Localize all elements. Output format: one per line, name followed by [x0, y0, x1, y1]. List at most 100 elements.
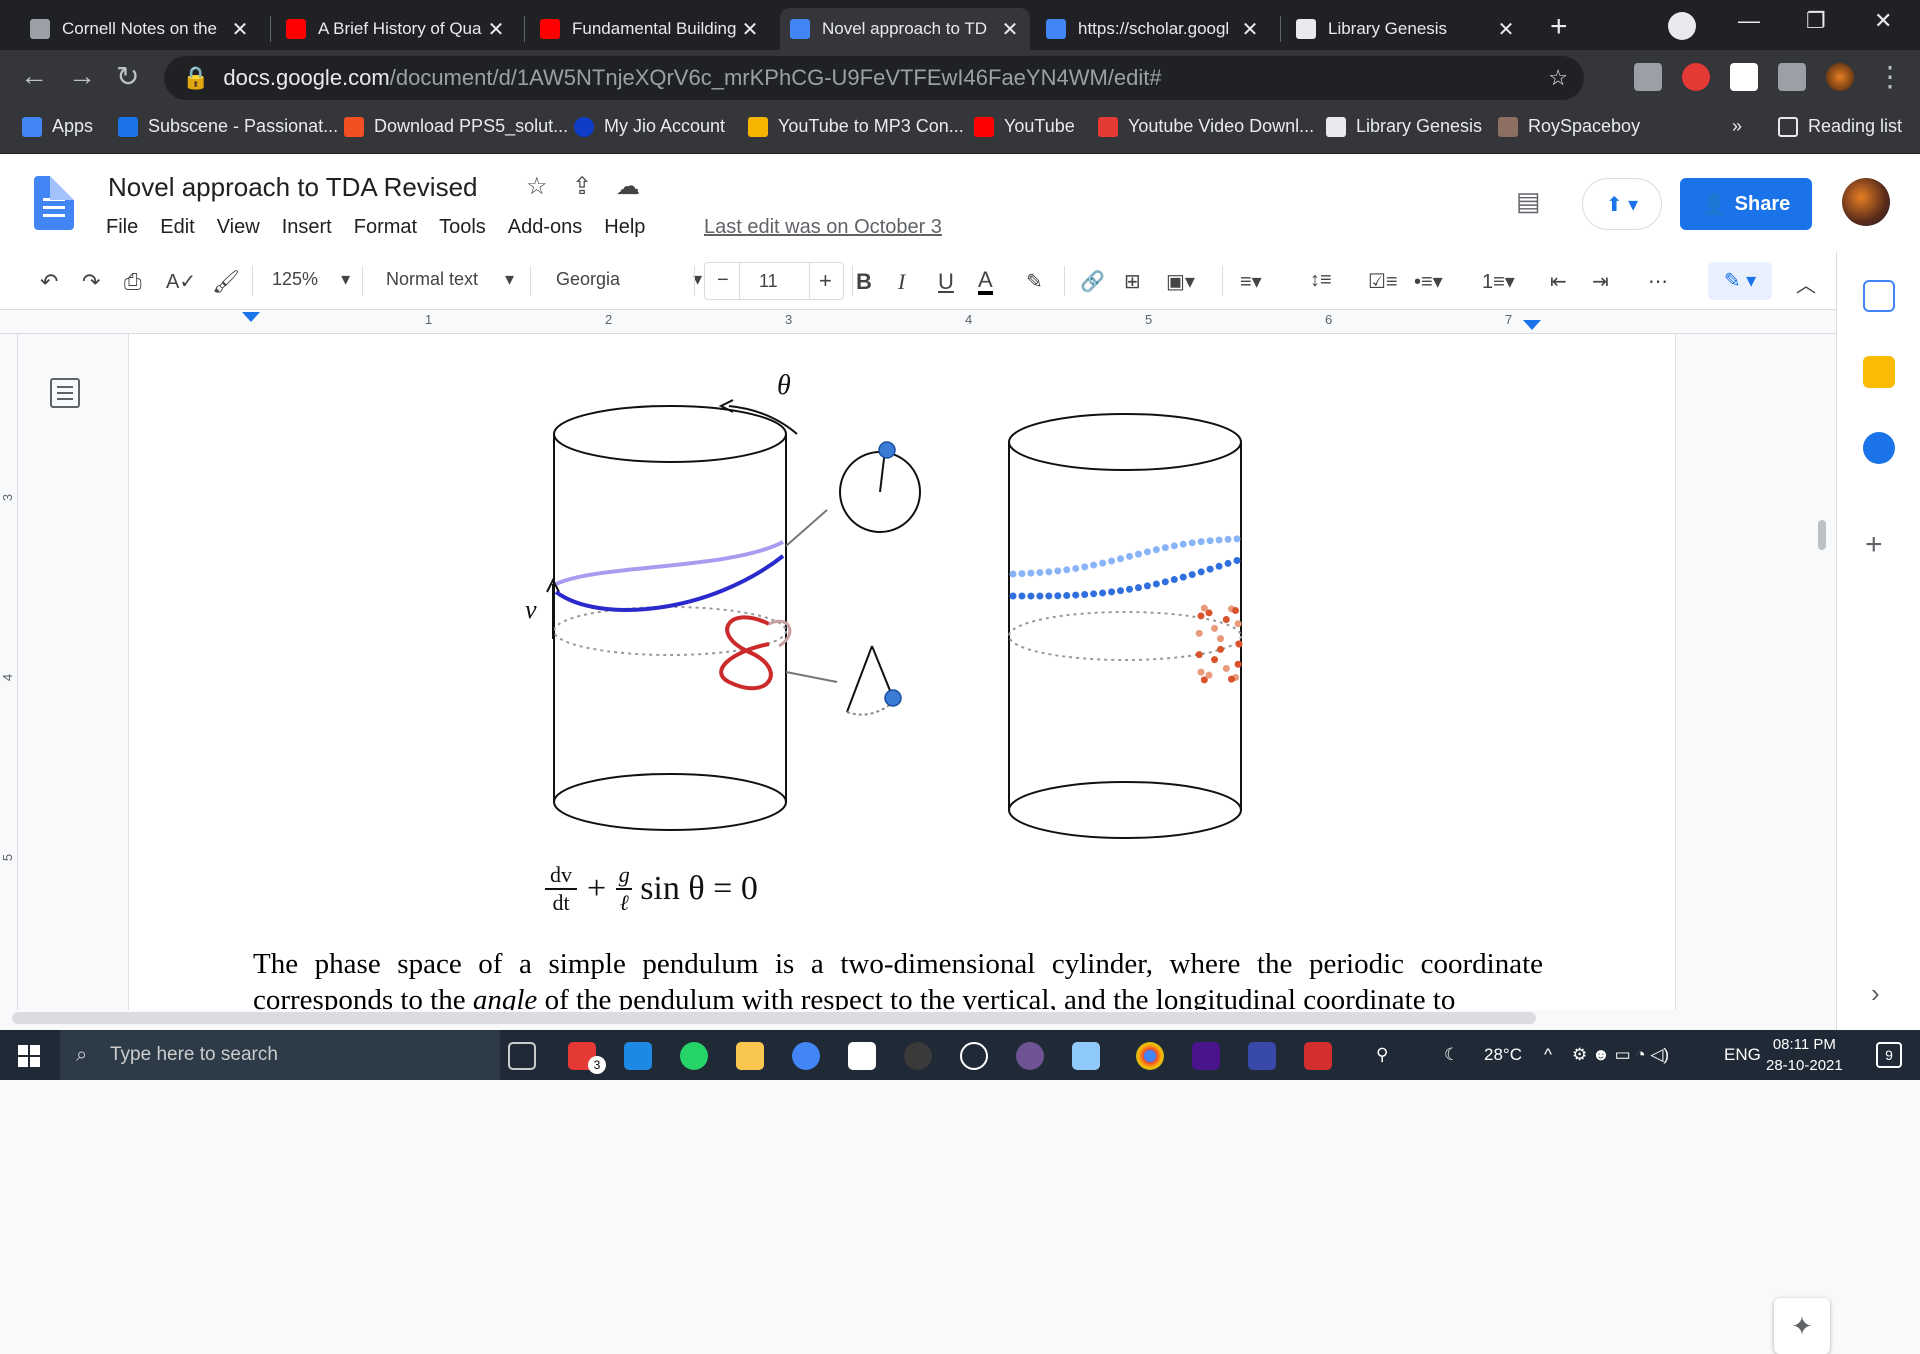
bookmarks-overflow[interactable]: »: [1732, 116, 1742, 137]
whatsapp-icon[interactable]: [680, 1042, 708, 1070]
restore-icon[interactable]: ❐: [1806, 8, 1826, 34]
close-icon[interactable]: ✕: [1240, 17, 1260, 42]
font-size-input[interactable]: 11: [759, 271, 778, 292]
comment-history-icon[interactable]: ▤: [1516, 186, 1541, 217]
decrease-font-icon[interactable]: −: [717, 269, 729, 292]
close-icon[interactable]: ✕: [486, 17, 506, 42]
tray-chevron-icon[interactable]: ^: [1544, 1045, 1552, 1065]
insert-link-icon[interactable]: 🔗: [1080, 269, 1105, 294]
app-icon[interactable]: [1248, 1042, 1276, 1070]
add-addon-icon[interactable]: +: [1865, 528, 1883, 562]
menu-format[interactable]: Format: [354, 216, 417, 239]
forward-icon[interactable]: →: [68, 60, 96, 92]
italic-icon[interactable]: I: [898, 269, 905, 295]
tab-cornell-notes[interactable]: Cornell Notes on the ✕: [20, 8, 260, 50]
body-paragraph[interactable]: The phase space of a simple pendulum is …: [253, 946, 1543, 1010]
tab-search-icon[interactable]: [1668, 12, 1696, 40]
text-color-icon[interactable]: A: [978, 269, 993, 295]
bookmark-libgen[interactable]: Library Genesis: [1326, 116, 1482, 137]
increase-indent-icon[interactable]: ⇥: [1592, 269, 1609, 294]
increase-font-icon[interactable]: +: [819, 268, 832, 294]
tab-library-genesis[interactable]: Library Genesis ✕: [1286, 8, 1526, 50]
numbered-list-icon[interactable]: 1≡▾: [1482, 269, 1515, 294]
file-explorer-icon[interactable]: [736, 1042, 764, 1070]
bookmark-star-icon[interactable]: ☆: [1548, 65, 1568, 91]
weather-temp[interactable]: 28°C: [1484, 1045, 1522, 1065]
bookmark-pps5[interactable]: Download PPS5_solut...: [344, 116, 568, 137]
last-edit-link[interactable]: Last edit was on October 3: [704, 216, 942, 239]
taskbar-clock[interactable]: 08:11 PM 28-10-2021: [1766, 1034, 1843, 1076]
document-page[interactable]: θ v dv dt + g ℓ sin θ = 0 The phase spac…: [128, 334, 1676, 1010]
tab-brief-history[interactable]: A Brief History of Qua ✕: [276, 8, 516, 50]
obs-icon[interactable]: [960, 1042, 988, 1070]
line-spacing-icon[interactable]: ↕≡: [1310, 269, 1332, 292]
close-icon[interactable]: ✕: [1496, 17, 1516, 42]
docs-logo-icon[interactable]: [34, 176, 74, 230]
menu-tools[interactable]: Tools: [439, 216, 486, 239]
bookmark-jio[interactable]: My Jio Account: [574, 116, 725, 137]
editing-mode-button[interactable]: ✎ ▾: [1708, 262, 1772, 300]
bookmark-royspaceboy[interactable]: RoySpaceboy: [1498, 116, 1640, 137]
document-title[interactable]: Novel approach to TDA Revised: [108, 172, 478, 203]
bold-icon[interactable]: B: [856, 269, 872, 295]
menu-view[interactable]: View: [217, 216, 260, 239]
close-icon[interactable]: ✕: [740, 17, 760, 42]
reading-list[interactable]: Reading list: [1778, 116, 1902, 137]
left-indent-marker[interactable]: [242, 312, 260, 322]
align-icon[interactable]: ≡▾: [1240, 269, 1262, 294]
people-icon[interactable]: ⚲: [1376, 1045, 1388, 1065]
account-avatar[interactable]: [1842, 178, 1890, 226]
notification-center-icon[interactable]: 9: [1876, 1042, 1902, 1068]
menu-help[interactable]: Help: [604, 216, 645, 239]
document-outline-icon[interactable]: [50, 378, 80, 408]
calendar-icon[interactable]: [1863, 280, 1895, 312]
chrome-icon[interactable]: [1136, 1042, 1164, 1070]
decrease-indent-icon[interactable]: ⇤: [1550, 269, 1567, 294]
present-button[interactable]: ⬆ ▾: [1582, 178, 1662, 230]
mail-icon[interactable]: [624, 1042, 652, 1070]
bookmark-youtube[interactable]: YouTube: [974, 116, 1075, 137]
weather-icon[interactable]: ☾: [1444, 1045, 1459, 1065]
bulleted-list-icon[interactable]: •≡▾: [1414, 269, 1443, 294]
right-indent-marker[interactable]: [1523, 320, 1541, 330]
bookmark-subscene[interactable]: Subscene - Passionat...: [118, 116, 338, 137]
address-bar[interactable]: 🔒 docs.google.com /document/d/1AW5NTnjeX…: [164, 56, 1584, 100]
horizontal-scrollbar[interactable]: [12, 1012, 1536, 1024]
chrome-menu-icon[interactable]: ⋮: [1876, 60, 1904, 93]
bookmark-apps[interactable]: Apps: [22, 116, 93, 137]
menu-addons[interactable]: Add-ons: [508, 216, 583, 239]
redo-icon[interactable]: ↷: [82, 269, 100, 295]
spellcheck-icon[interactable]: A✓: [166, 269, 196, 294]
close-window-icon[interactable]: ✕: [1874, 8, 1892, 34]
menu-edit[interactable]: Edit: [160, 216, 194, 239]
notion-extension-icon[interactable]: [1730, 63, 1758, 91]
add-comment-icon[interactable]: ⊞: [1124, 269, 1141, 294]
taskbar-search-box[interactable]: ⌕ Type here to search: [60, 1030, 500, 1080]
task-view-icon[interactable]: [508, 1042, 536, 1070]
tab-fundamental-building[interactable]: Fundamental Building ✕: [530, 8, 770, 50]
bookmark-yt-mp3[interactable]: YouTube to MP3 Con...: [748, 116, 964, 137]
camera-extension-icon[interactable]: [1634, 63, 1662, 91]
insert-image-icon[interactable]: ▣▾: [1166, 269, 1195, 294]
vertical-scrollbar-thumb[interactable]: [1818, 520, 1826, 550]
star-icon[interactable]: ☆: [526, 172, 548, 201]
extensions-puzzle-icon[interactable]: [1778, 63, 1806, 91]
new-tab-button[interactable]: +: [1550, 10, 1568, 44]
tab-novel-approach[interactable]: Novel approach to TD ✕: [780, 8, 1030, 50]
print-icon[interactable]: ⎙: [124, 269, 142, 295]
chevron-right-icon[interactable]: ›: [1871, 978, 1880, 1009]
share-button[interactable]: 👤 Share: [1680, 178, 1812, 230]
notes-icon[interactable]: [1072, 1042, 1100, 1070]
game-icon[interactable]: [1192, 1042, 1220, 1070]
underline-icon[interactable]: U: [938, 269, 954, 295]
zoom-select[interactable]: 125% ▾: [272, 269, 350, 290]
tab-scholar[interactable]: https://scholar.googl ✕: [1036, 8, 1270, 50]
explore-button[interactable]: ✦: [1774, 1298, 1830, 1354]
collapse-toolbar-icon[interactable]: ︿: [1796, 269, 1816, 298]
font-select[interactable]: Georgia ▾: [556, 269, 702, 290]
adblock-extension-icon[interactable]: [1682, 63, 1710, 91]
windows-start-icon[interactable]: [18, 1045, 40, 1067]
language-indicator[interactable]: ENG: [1724, 1045, 1761, 1065]
menu-insert[interactable]: Insert: [282, 216, 332, 239]
close-icon[interactable]: ✕: [230, 17, 250, 42]
